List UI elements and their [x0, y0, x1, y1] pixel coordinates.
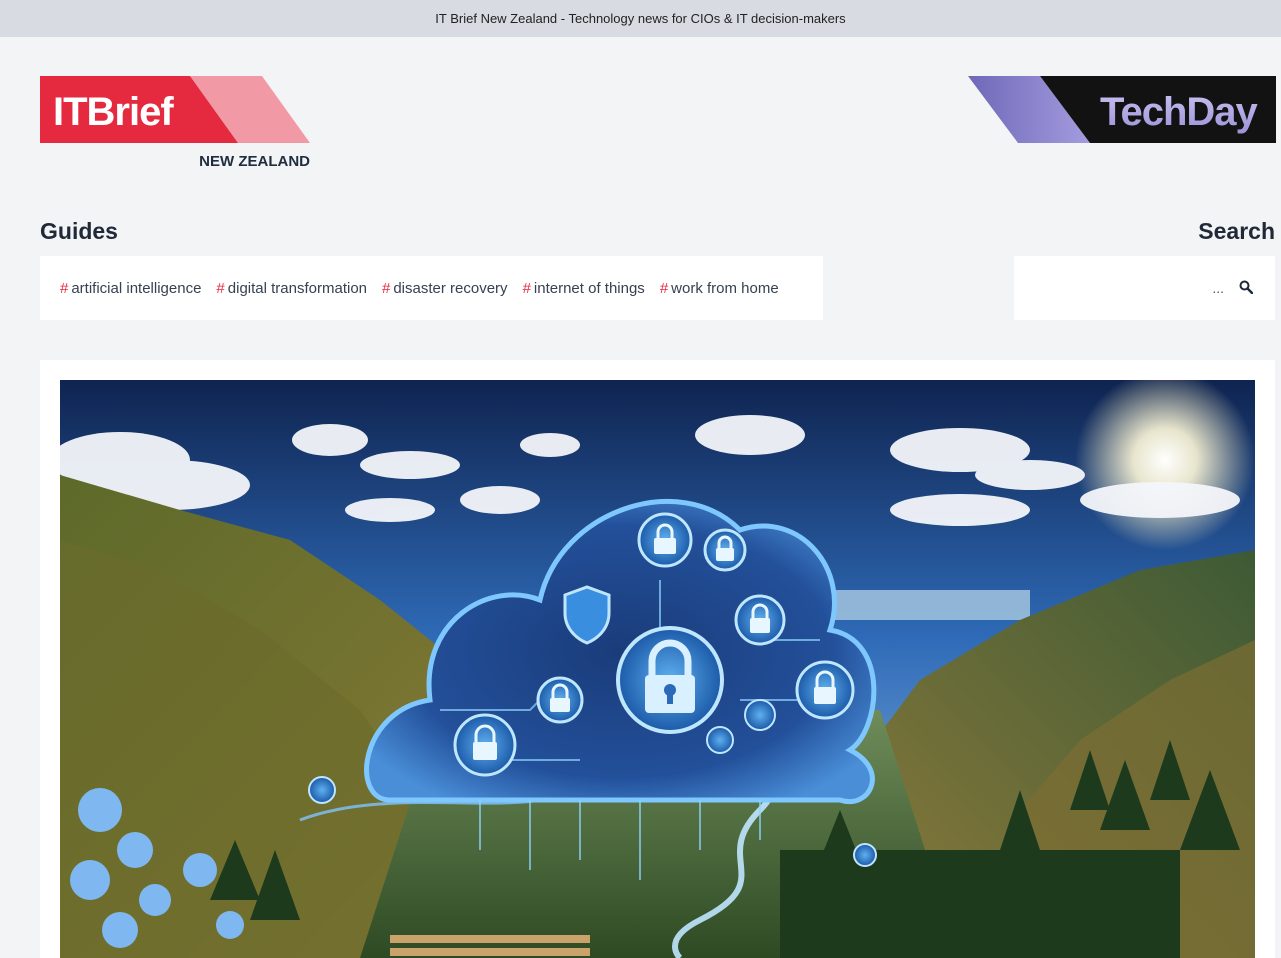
tag-label: artificial intelligence	[71, 279, 202, 297]
svg-text:ITBrief: ITBrief	[53, 90, 174, 134]
tag-label: work from home	[671, 279, 779, 297]
tag-work-from-home[interactable]: # work from home	[660, 280, 779, 297]
logo-brief-text: Brief	[87, 90, 175, 134]
guides-heading: Guides	[40, 218, 118, 244]
region-label: NEW ZEALAND	[199, 153, 310, 170]
search-icon	[1239, 280, 1254, 294]
article-hero-image[interactable]	[60, 380, 1255, 958]
window-title-bar: IT Brief New Zealand - Technology news f…	[0, 0, 1281, 37]
window-title: IT Brief New Zealand - Technology news f…	[435, 11, 846, 26]
partner-logo-text: TechDay	[1100, 90, 1259, 134]
logo-it-text: IT	[53, 90, 87, 134]
cloud-padlock-landscape-illustration	[60, 380, 1255, 958]
tag-internet-of-things[interactable]: # internet of things	[523, 280, 645, 297]
search-input[interactable]	[1024, 272, 1224, 304]
itbrief-logo-graphic: ITBrief NEW ZEALAND	[40, 76, 310, 170]
tag-digital-transformation[interactable]: # digital transformation	[216, 280, 367, 297]
hash-symbol: #	[659, 279, 669, 297]
hash-symbol: #	[216, 279, 225, 297]
tag-label: digital transformation	[227, 279, 367, 297]
tag-label: disaster recovery	[393, 279, 508, 297]
guides-tag-list: # artificial intelligence # digital transf…	[40, 256, 823, 320]
tag-artificial-intelligence[interactable]: # artificial intelligence	[60, 280, 201, 297]
hash-symbol: #	[522, 279, 531, 297]
featured-article-card[interactable]	[40, 360, 1275, 958]
search-button[interactable]	[1236, 278, 1256, 298]
techday-logo[interactable]: TechDay	[968, 76, 1276, 144]
itbrief-logo[interactable]: ITBrief NEW ZEALAND	[40, 76, 312, 172]
search-box	[1014, 256, 1275, 320]
techday-logo-graphic: TechDay	[968, 76, 1276, 143]
tag-label: internet of things	[533, 279, 645, 297]
tag-disaster-recovery[interactable]: # disaster recovery	[382, 280, 508, 297]
search-heading: Search	[1198, 218, 1275, 244]
hash-symbol: #	[382, 279, 391, 297]
hash-symbol: #	[60, 279, 69, 297]
